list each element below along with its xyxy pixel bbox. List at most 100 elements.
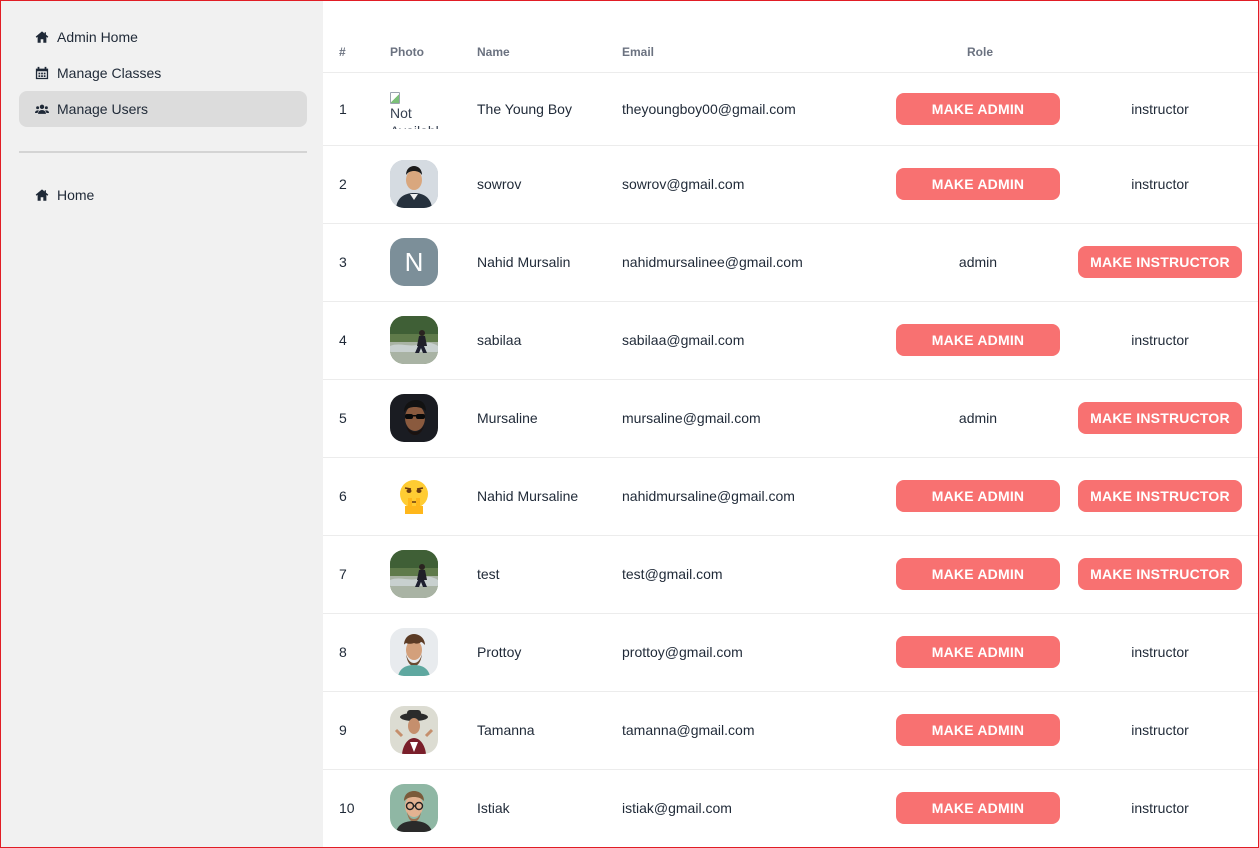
avatar-letter: N: [404, 246, 424, 277]
table-row: 8 Prottoy prottoy@gmail.com MAKE ADMIN instr…: [323, 613, 1258, 692]
make-admin-button[interactable]: MAKE ADMIN: [896, 558, 1060, 590]
role-label: instructor: [1131, 100, 1189, 117]
make-instructor-button[interactable]: MAKE INSTRUCTOR: [1078, 480, 1242, 512]
role-label: admin: [958, 410, 998, 426]
instructor-role-cell: MAKE INSTRUCTOR: [1060, 535, 1258, 614]
instructor-role-cell: instructor: [1060, 145, 1258, 224]
row-photo-cell: [390, 457, 477, 536]
sidebar-item-label: Admin Home: [57, 29, 138, 45]
row-number: 3: [323, 223, 390, 302]
user-name: Istiak: [477, 769, 622, 847]
image-placeholder-icon: [390, 91, 400, 104]
instructor-role-cell: MAKE INSTRUCTOR: [1060, 379, 1258, 458]
user-email: tamanna@gmail.com: [622, 691, 896, 770]
table-row: 1Not Availabl The Young Boytheyoungboy00@…: [323, 72, 1258, 146]
user-email: nahidmursalinee@gmail.com: [622, 223, 896, 302]
row-number: 10: [323, 769, 390, 847]
table-row: 5 Mursaline mursaline@gmail.com admin MAKE I…: [323, 379, 1258, 458]
row-photo-cell: [390, 691, 477, 770]
table-body: 1Not Availabl The Young Boytheyoungboy00@…: [323, 72, 1258, 847]
admin-role-cell: MAKE ADMIN: [896, 301, 1060, 380]
avatar: [390, 628, 438, 676]
role-label: admin: [958, 254, 998, 270]
role-label: instructor: [1131, 332, 1189, 348]
row-number: 1: [323, 72, 390, 146]
row-photo-cell: N: [390, 223, 477, 302]
header-role: Role: [896, 33, 1258, 73]
sidebar-item-label: Manage Classes: [57, 65, 162, 81]
make-instructor-button[interactable]: MAKE INSTRUCTOR: [1078, 246, 1242, 278]
role-label: instructor: [1131, 722, 1189, 738]
user-name: test: [477, 535, 622, 614]
make-admin-button[interactable]: MAKE ADMIN: [896, 636, 1060, 668]
make-admin-button[interactable]: MAKE ADMIN: [896, 792, 1060, 824]
user-name: The Young Boy: [477, 72, 622, 146]
user-email: theyoungboy00@gmail.com: [622, 72, 896, 146]
avatar: N: [390, 238, 438, 286]
user-name: sabilaa: [477, 301, 622, 380]
user-email: nahidmursaline@gmail.com: [622, 457, 896, 536]
sidebar-item-admin-home[interactable]: Admin Home: [19, 19, 307, 55]
admin-role-cell: MAKE ADMIN: [896, 535, 1060, 614]
instructor-role-cell: instructor: [1060, 72, 1258, 146]
row-number: 6: [323, 457, 390, 536]
user-name: Mursaline: [477, 379, 622, 458]
make-admin-button[interactable]: MAKE ADMIN: [896, 168, 1060, 200]
sidebar-item-manage-classes[interactable]: Manage Classes: [19, 55, 307, 91]
avatar: [390, 394, 438, 442]
header-num: #: [323, 33, 390, 73]
admin-role-cell: MAKE ADMIN: [896, 457, 1060, 536]
user-name: Nahid Mursalin: [477, 223, 622, 302]
instructor-role-cell: instructor: [1060, 301, 1258, 380]
make-admin-button[interactable]: MAKE ADMIN: [896, 714, 1060, 746]
image-alt-text: Not Availabl: [390, 104, 439, 129]
sidebar: Admin Home Manage Classes Manage Users H…: [1, 1, 323, 847]
row-number: 2: [323, 145, 390, 224]
user-email: istiak@gmail.com: [622, 769, 896, 847]
row-number: 9: [323, 691, 390, 770]
broken-image-icon: Not Availabl: [390, 89, 442, 129]
avatar: [390, 160, 438, 208]
user-email: test@gmail.com: [622, 535, 896, 614]
instructor-role-cell: instructor: [1060, 691, 1258, 770]
row-photo-cell: [390, 769, 477, 847]
table-row: 10 Istiak istiak@gmail.com MAKE ADMIN instru…: [323, 769, 1258, 847]
user-email: prottoy@gmail.com: [622, 613, 896, 692]
calendar-icon: [35, 66, 49, 80]
table-row: 6 Nahid Mursaline nahidmursaline@gmail.com…: [323, 457, 1258, 536]
header-name: Name: [477, 33, 622, 73]
avatar: [390, 706, 438, 754]
sidebar-divider: [19, 151, 307, 153]
admin-role-cell: admin: [896, 379, 1060, 458]
table-row: 4 sabilaa sabilaa@gmail.com MAKE ADMIN instr…: [323, 301, 1258, 380]
home-icon: [35, 30, 49, 44]
users-table: # Photo Name Email Role 1Not Availabl The…: [323, 33, 1258, 847]
make-admin-button[interactable]: MAKE ADMIN: [896, 92, 1060, 125]
sidebar-item-label: Home: [57, 187, 95, 203]
main-content: # Photo Name Email Role 1Not Availabl The…: [323, 1, 1258, 847]
sidebar-item-home[interactable]: Home: [19, 177, 307, 213]
user-name: sowrov: [477, 145, 622, 224]
avatar: [390, 784, 438, 832]
instructor-role-cell: MAKE INSTRUCTOR: [1060, 223, 1258, 302]
row-photo-cell: [390, 379, 477, 458]
user-name: Prottoy: [477, 613, 622, 692]
make-instructor-button[interactable]: MAKE INSTRUCTOR: [1078, 402, 1242, 434]
make-admin-button[interactable]: MAKE ADMIN: [896, 324, 1060, 356]
instructor-role-cell: instructor: [1060, 769, 1258, 847]
sidebar-item-manage-users[interactable]: Manage Users: [19, 91, 307, 127]
make-admin-button[interactable]: MAKE ADMIN: [896, 480, 1060, 512]
table-header-row: # Photo Name Email Role: [323, 33, 1258, 73]
user-name: Nahid Mursaline: [477, 457, 622, 536]
row-photo-cell: [390, 145, 477, 224]
make-instructor-button[interactable]: MAKE INSTRUCTOR: [1078, 558, 1242, 590]
row-photo-cell: Not Availabl: [390, 72, 477, 146]
header-email: Email: [622, 33, 896, 73]
table-row: 2 sowrov sowrov@gmail.com MAKE ADMIN instruc…: [323, 145, 1258, 224]
header-photo: Photo: [390, 33, 477, 73]
app-window: Admin Home Manage Classes Manage Users H…: [0, 0, 1259, 848]
row-photo-cell: [390, 613, 477, 692]
role-label: instructor: [1131, 800, 1189, 816]
home-icon: [35, 188, 49, 202]
admin-role-cell: MAKE ADMIN: [896, 691, 1060, 770]
